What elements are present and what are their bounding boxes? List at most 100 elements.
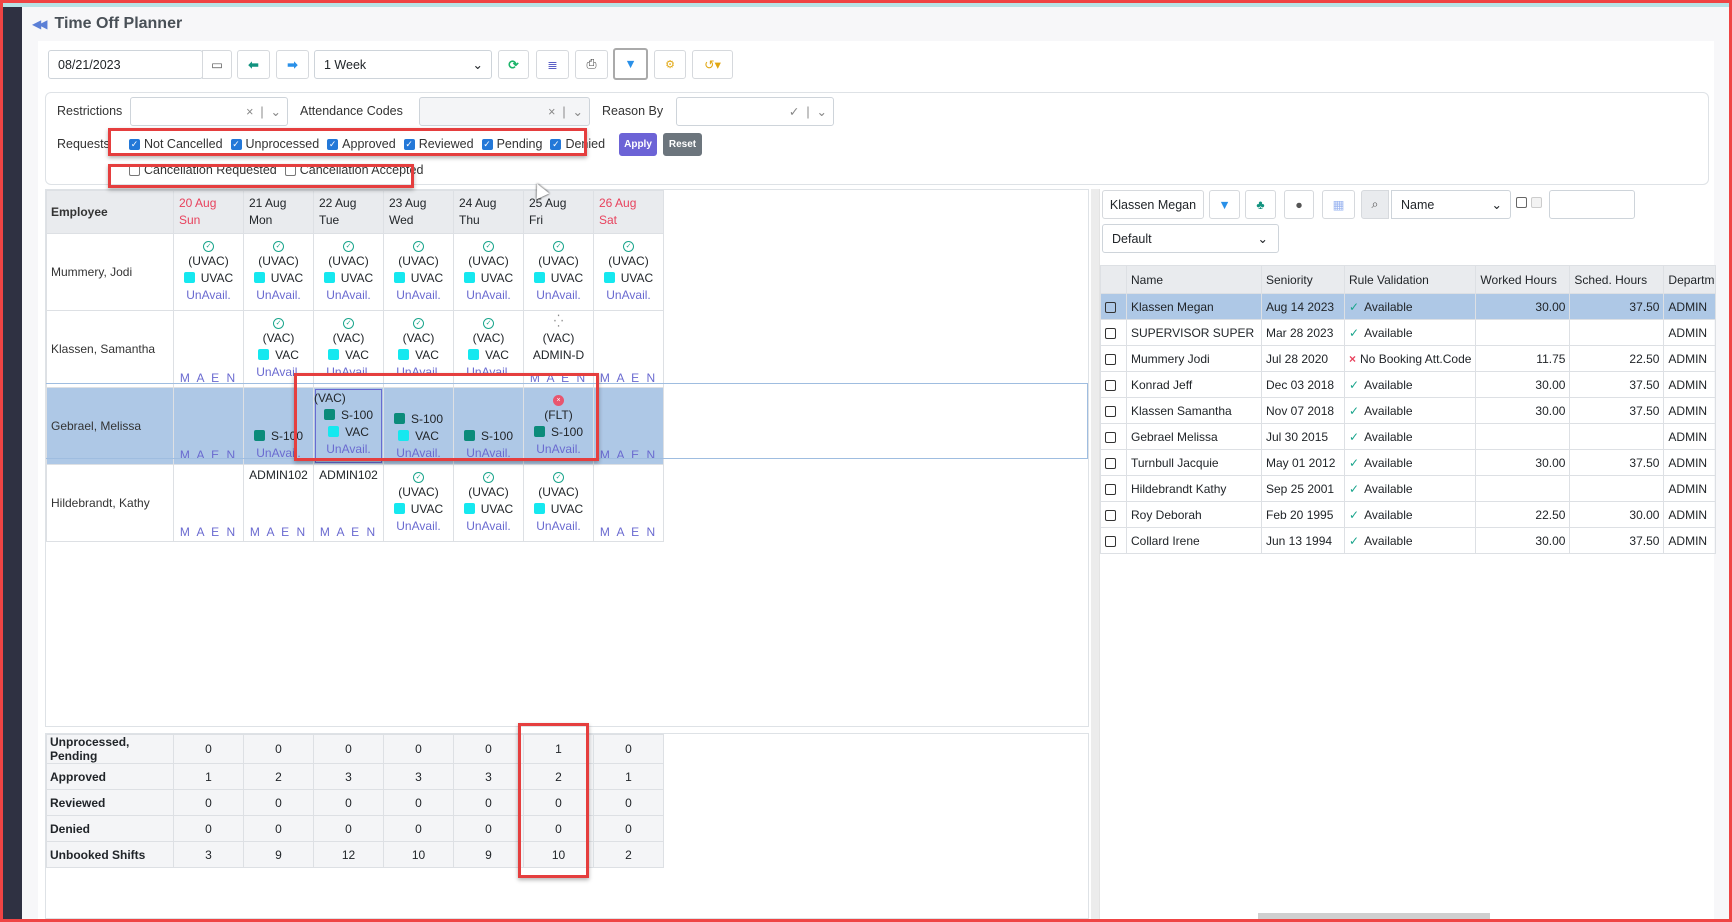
schedule-cell[interactable]: M A E N [173,464,244,542]
schedule-cell[interactable]: ✓ (UVAC) UVAC UnAvail. [453,464,524,542]
employee-row[interactable]: Mummery, Jodi ✓ (UVAC) UVAC UnAvail. ✓ (UVAC) U… [46,233,664,311]
schedule-cell[interactable]: ✓ (VAC) VAC UnAvail. [313,310,384,388]
schedule-cell[interactable]: (VAC) S-100 VAC UnAvail. [313,387,384,465]
view-select[interactable]: Default ⌄ [1102,224,1279,253]
checkbox-checked-icon[interactable]: ✓ [481,138,493,150]
shift-letters[interactable]: M A E N [524,371,593,385]
column-header-departm[interactable]: Departm [1663,265,1717,294]
day-header[interactable]: 21 Aug Mon [243,190,314,234]
employee-list-row[interactable]: Turnbull Jacquie May 01 2012 ✓ Available 30.… [1100,449,1717,476]
gears-icon[interactable]: ⚙ [654,50,686,79]
apply-button[interactable]: Apply [619,133,657,156]
employee-name[interactable]: Turnbull Jacquie [1126,449,1262,476]
arrow-right-icon[interactable]: ➡ [276,50,309,79]
schedule-cell[interactable]: ✓ (UVAC) UVAC UnAvail. [313,233,384,311]
panel-splitter[interactable] [1091,189,1099,919]
row-checkbox[interactable] [1105,301,1116,313]
employee-name[interactable]: Roy Deborah [1126,501,1262,528]
schedule-cell[interactable]: ✓ (UVAC) UVAC UnAvail. [383,233,454,311]
calendar-icon[interactable]: ▭ [202,50,232,79]
schedule-cell[interactable]: S-100 UnAvail. [453,387,524,465]
date-input[interactable]: 08/21/2023 [48,50,203,79]
row-checkbox-cell[interactable] [1100,371,1127,398]
schedule-cell[interactable]: S-100 UnAvail. [243,387,314,465]
employee-name[interactable]: Konrad Jeff [1126,371,1262,398]
reason-by-select[interactable]: ✓ | ⌄ [676,97,834,126]
day-header[interactable]: 20 Aug Sun [173,190,244,234]
checkbox[interactable] [1516,197,1527,208]
schedule-cell[interactable]: ✓ (UVAC) UVAC UnAvail. [523,233,594,311]
employee-row[interactable]: Gebrael, Melissa M A E N S-100 UnAvail. (VAC… [46,387,664,465]
day-header[interactable]: 23 Aug Wed [383,190,454,234]
checkbox-approved[interactable]: ✓ Approved [327,137,396,151]
search-field-select[interactable]: Name ⌄ [1391,190,1511,219]
row-checkbox[interactable] [1105,379,1116,391]
checkbox-unchecked-icon[interactable] [129,164,140,176]
schedule-cell[interactable]: M A E N [593,464,664,542]
row-checkbox[interactable] [1105,431,1116,443]
row-checkbox[interactable] [1105,483,1116,495]
schedule-cell[interactable]: M A E N [173,310,244,388]
grid-icon[interactable]: ▦ [1322,190,1355,219]
attendance-codes-select[interactable]: × | ⌄ [419,97,590,126]
row-checkbox-cell[interactable] [1100,527,1127,554]
schedule-cell[interactable]: ✓ (UVAC) UVAC UnAvail. [523,464,594,542]
database-icon[interactable]: ≣ [536,50,569,79]
employee-name[interactable]: Mummery Jodi [1126,345,1262,372]
checkbox-checked-icon[interactable]: ✓ [550,138,562,150]
schedule-cell[interactable]: M A E N [593,387,664,465]
schedule-cell[interactable]: S-100 VAC UnAvail. [383,387,454,465]
checkbox-denied[interactable]: ✓ Denied [550,137,605,151]
shift-letters[interactable]: M A E N [174,448,243,462]
row-checkbox[interactable] [1105,353,1116,365]
employee-name[interactable]: Gebrael Melissa [1126,423,1262,450]
day-header[interactable]: 22 Aug Tue [313,190,384,234]
employee-list-row[interactable]: Roy Deborah Feb 20 1995 ✓ Available 22.50 30.… [1100,501,1717,528]
shift-letters[interactable]: M A E N [174,371,243,385]
employee-list-row[interactable]: Gebrael Melissa Jul 30 2015 ✓ Available ADMI… [1100,423,1717,450]
column-header-sched-hours[interactable]: Sched. Hours [1569,265,1665,294]
row-checkbox-cell[interactable] [1100,319,1127,346]
schedule-cell[interactable]: ✓ (UVAC) UVAC UnAvail. [593,233,664,311]
filter-icon[interactable]: ▼ [613,48,648,80]
checkbox-pending[interactable]: ✓ Pending [481,137,542,151]
refresh-icon[interactable]: ⟳ [498,50,529,79]
employee-name[interactable]: Hildebrandt Kathy [1126,475,1262,502]
checkbox-unprocessed[interactable]: ✓ Unprocessed [230,137,319,151]
employee-list-row[interactable]: Konrad Jeff Dec 03 2018 ✓ Available 30.00 37.… [1100,371,1717,398]
checkbox-checked-icon[interactable]: ✓ [129,138,140,150]
schedule-cell[interactable]: ✓ (UVAC) UVAC UnAvail. [243,233,314,311]
restrictions-select[interactable]: × | ⌄ [130,97,288,126]
day-header[interactable]: 26 Aug Sat [593,190,664,234]
employee-name[interactable]: Gebrael, Melissa [46,387,174,465]
schedule-cell[interactable]: M A E N [173,387,244,465]
reset-button[interactable]: Reset [663,133,702,156]
employee-name[interactable]: Mummery, Jodi [46,233,174,311]
schedule-cell[interactable]: ✓ (UVAC) UVAC UnAvail. [173,233,244,311]
clear-icon[interactable]: × | ⌄ [246,104,281,119]
arrow-left-icon[interactable]: ⬅ [237,50,270,79]
row-checkbox[interactable] [1105,327,1116,339]
shift-letters[interactable]: M A E N [314,525,383,539]
employee-name[interactable]: Collard Irene [1126,527,1262,554]
collapse-icon[interactable]: ◀◀ [32,17,48,31]
checkbox-checked-icon[interactable]: ✓ [403,138,415,150]
row-checkbox-cell[interactable] [1100,501,1127,528]
row-checkbox-cell[interactable] [1100,423,1127,450]
schedule-cell[interactable]: ✓ (VAC) VAC UnAvail. [383,310,454,388]
employee-row[interactable]: Klassen, Samantha M A E N ✓ (VAC) VAC UnAvail… [46,310,664,388]
schedule-cell[interactable]: ADMIN102 M A E N [243,464,314,542]
employee-name[interactable]: SUPERVISOR SUPER [1126,319,1262,346]
schedule-cell[interactable]: M A E N [593,310,664,388]
employee-list-row[interactable]: Mummery Jodi Jul 28 2020 × No Booking Att.C… [1100,345,1717,372]
schedule-cell[interactable]: × (FLT) S-100 UnAvail. [523,387,594,465]
checkbox-checked-icon[interactable]: ✓ [327,138,339,150]
column-header-name[interactable]: Name [1126,265,1262,294]
checkbox-cancellation-requested[interactable]: Cancellation Requested [129,163,277,177]
clear-icon[interactable]: × | ⌄ [548,104,583,119]
employee-name[interactable]: Klassen Megan [1126,293,1262,320]
schedule-cell[interactable]: ✓ (UVAC) UVAC UnAvail. [383,464,454,542]
row-checkbox-cell[interactable] [1100,293,1127,320]
schedule-cell[interactable]: ADMIN102 M A E N [313,464,384,542]
schedule-cell[interactable]: ✓ (UVAC) UVAC UnAvail. [453,233,524,311]
